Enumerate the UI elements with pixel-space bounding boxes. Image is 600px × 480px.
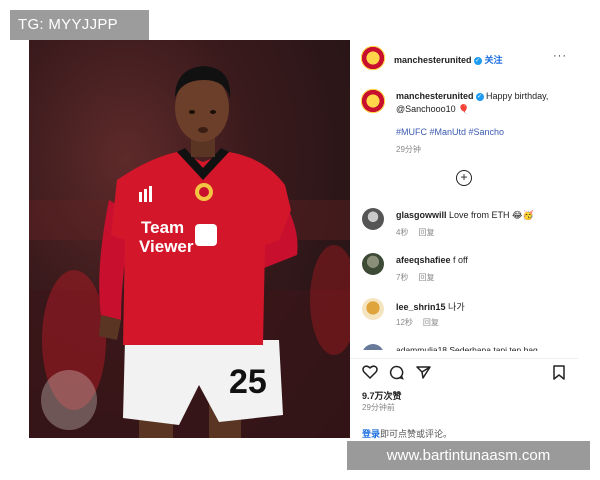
player-illustration: 25 Team Viewer [29,66,350,438]
post-header: manchesterunited ✓ 关注 ··· [350,40,578,76]
comment-item: afeeqshafiee f off 7秒 回复 [350,253,578,293]
account-username[interactable]: manchesterunited [394,55,472,65]
comment-username[interactable]: glasgowwill [396,210,447,220]
commenter-avatar-partial [362,344,384,350]
login-link[interactable]: 登录 [362,429,380,439]
comment-bubble-icon[interactable] [389,365,404,380]
commenter-avatar[interactable] [362,253,384,275]
instagram-post-panel: manchesterunited ✓ 关注 ··· manchesterunited… [350,40,578,440]
login-prompt: 登录即可点赞或评论。 [362,427,452,440]
comment-time: 7秒 [396,273,409,282]
comment-text: glasgowwill Love from ETH 😂🥳 [396,210,534,220]
follow-button[interactable]: 关注 [485,55,503,65]
comment-meta: 12秒 回复 [396,317,449,328]
verified-icon: ✓ [475,92,484,101]
comment-username[interactable]: lee_shrin15 [396,302,446,312]
reply-button[interactable]: 回复 [423,318,439,327]
comment-item: glasgowwill Love from ETH 😂🥳 4秒 回复 [350,208,578,248]
caption-avatar[interactable] [360,88,386,114]
caption-username[interactable]: manchesterunited [396,91,474,101]
post-photo[interactable]: 25 Team Viewer [29,40,350,438]
comment-username[interactable]: afeeqshafiee [396,255,451,265]
sponsor-viewer: Viewer [139,237,194,256]
caption-time: 29分钟 [396,145,421,154]
comment-partial: adammulia18 Sederhana tapi ten bag [396,345,538,351]
share-send-icon[interactable] [416,365,431,380]
comment-item: lee_shrin15 나가 12秒 回复 [350,298,578,338]
caption: manchesterunited ✓ Happy birthday, @Sanch… [396,90,572,116]
watermark-bottom: www.bartintunaasm.com [347,441,590,470]
reply-button[interactable]: 回复 [418,273,434,282]
reply-button[interactable]: 回复 [418,228,434,237]
commenter-avatar[interactable] [362,208,384,230]
comment-meta: 4秒 回复 [396,227,444,238]
caption-hashtags[interactable]: #MUFC #ManUtd #Sancho [396,127,504,137]
account-avatar[interactable] [360,45,386,71]
like-count[interactable]: 9.7万次赞 [362,389,402,402]
bookmark-icon[interactable] [553,365,565,380]
like-heart-icon[interactable] [362,365,378,379]
comment-time: 4秒 [396,228,409,237]
comment-time: 12秒 [396,318,413,327]
login-prompt-text: 即可点赞或评论。 [380,429,453,439]
comment-text: lee_shrin15 나가 [396,302,465,312]
account-username-row: manchesterunited ✓ 关注 [394,53,503,66]
verified-icon: ✓ [473,56,482,65]
commenter-avatar[interactable] [362,298,384,320]
comment-meta: 7秒 回复 [396,272,444,283]
sponsor-team: Team [141,218,184,237]
load-more-comments-icon[interactable]: + [456,170,472,186]
action-bar [350,358,578,381]
more-options-icon[interactable]: ··· [553,50,567,62]
watermark-top: TG: MYYJJPP [10,10,149,40]
shorts-number: 25 [229,363,267,401]
post-time: 29分钟前 [362,403,395,412]
comment-text: afeeqshafiee f off [396,255,468,265]
